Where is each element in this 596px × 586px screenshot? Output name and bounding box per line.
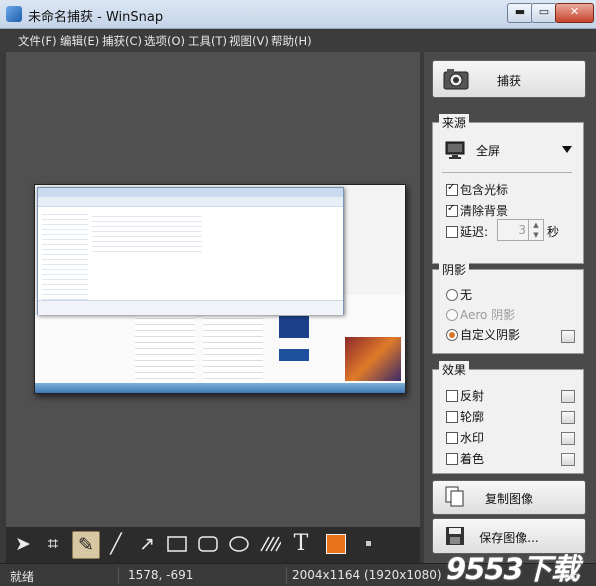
chevron-down-icon[interactable] xyxy=(562,146,572,154)
effects-group-title: 效果 xyxy=(439,361,470,378)
captured-content-column xyxy=(203,313,263,383)
menu-bar: 文件(F) 编辑(E) 捕获(C) 选项(O) 工具(T) 视图(V) 帮助(H… xyxy=(0,29,596,51)
menu-tools[interactable]: 工具(T) xyxy=(188,33,227,49)
reflection-settings-button[interactable] xyxy=(561,390,575,403)
hatch-icon[interactable] xyxy=(257,531,283,557)
colorize-label: 着色 xyxy=(460,452,485,466)
delay-value: 3 xyxy=(518,223,526,237)
watermark-checkbox[interactable] xyxy=(446,432,458,444)
captured-content-column xyxy=(135,313,195,383)
arrow-icon[interactable]: ↗ xyxy=(134,531,160,557)
shadow-group-title: 阴影 xyxy=(439,261,470,278)
menu-capture[interactable]: 捕获(C) xyxy=(102,33,142,49)
capture-button[interactable]: 捕获 xyxy=(432,60,586,98)
source-group-title: 来源 xyxy=(439,114,470,131)
captured-explorer-files xyxy=(92,212,202,252)
copy-image-label: 复制图像 xyxy=(484,492,533,506)
capture-canvas[interactable] xyxy=(6,52,420,527)
minimize-button[interactable]: ▬ xyxy=(507,3,533,23)
shadow-custom-radio[interactable] xyxy=(446,329,458,341)
spinner-arrows-icon[interactable]: ▲ ▼ xyxy=(528,220,543,240)
captured-screenshot-image[interactable] xyxy=(34,184,406,394)
shadow-settings-button[interactable] xyxy=(561,330,575,343)
rounded-rect-icon[interactable] xyxy=(195,531,221,557)
watermark-label: 水印 xyxy=(460,431,485,445)
menu-file[interactable]: 文件(F) xyxy=(18,33,57,49)
window-title: 未命名捕获 - WinSnap xyxy=(28,10,164,25)
menu-help[interactable]: 帮助(H) xyxy=(271,33,312,49)
captured-explorer-sidebar xyxy=(42,210,88,308)
delay-checkbox[interactable] xyxy=(446,226,458,238)
shadow-aero-radio[interactable] xyxy=(446,309,458,321)
reflection-label: 反射 xyxy=(460,389,485,403)
captured-explorer-window xyxy=(37,187,344,315)
source-mode-dropdown[interactable]: 全屏 xyxy=(476,142,500,159)
shadow-custom-label: 自定义阴影 xyxy=(460,328,521,342)
shadow-none-label: 无 xyxy=(460,288,473,302)
outline-label: 轮廓 xyxy=(460,410,485,424)
winsnap-window: 未命名捕获 - WinSnap ▬ ▭ ✕ 文件(F) 编辑(E) 捕获(C) … xyxy=(0,0,596,586)
drawing-toolbar: ➤ ⌗ ✎ ╱ ↗ T xyxy=(6,527,420,563)
status-image-size: 2004x1164 (1920x1080) xyxy=(292,568,442,582)
color-picker-swatch[interactable] xyxy=(326,534,346,554)
captured-explorer-navbar xyxy=(38,197,343,207)
delay-label: 延迟: xyxy=(460,225,489,239)
pointer-icon[interactable]: ➤ xyxy=(10,531,36,557)
save-image-label: 保存图像... xyxy=(479,531,539,545)
ellipse-icon[interactable] xyxy=(226,531,252,557)
source-divider xyxy=(442,172,572,173)
reflection-checkbox[interactable] xyxy=(446,390,458,402)
status-state: 就绪 xyxy=(10,570,35,584)
status-separator xyxy=(286,567,287,584)
copy-image-button[interactable]: 复制图像 xyxy=(432,480,586,515)
outline-settings-button[interactable] xyxy=(561,411,575,424)
captured-taskbar xyxy=(35,383,405,393)
include-cursor-label: 包含光标 xyxy=(460,183,509,197)
line-width-dot[interactable] xyxy=(366,541,371,546)
capture-button-label: 捕获 xyxy=(496,74,521,88)
captured-explorer-titlebar xyxy=(38,188,343,197)
monitor-icon xyxy=(445,141,465,159)
crop-icon[interactable]: ⌗ xyxy=(40,531,66,557)
shadow-none-radio[interactable] xyxy=(446,289,458,301)
include-cursor-checkbox[interactable] xyxy=(446,182,458,196)
status-coordinates: 1578, -691 xyxy=(128,568,194,582)
captured-banner xyxy=(279,349,309,361)
captured-game-image xyxy=(345,337,401,381)
winsnap-app-icon xyxy=(6,6,22,22)
delay-unit: 秒 xyxy=(547,225,560,239)
maximize-button[interactable]: ▭ xyxy=(531,3,557,23)
title-bar: 未命名捕获 - WinSnap ▬ ▭ ✕ xyxy=(0,0,596,29)
delay-spinner[interactable]: 3 ▲ ▼ xyxy=(497,219,544,241)
status-separator xyxy=(118,567,119,584)
line-icon[interactable]: ╱ xyxy=(103,531,129,557)
captured-explorer-status xyxy=(38,300,343,315)
colorize-settings-button[interactable] xyxy=(561,453,575,466)
colorize-checkbox[interactable] xyxy=(446,453,458,465)
close-button[interactable]: ✕ xyxy=(555,3,594,23)
text-icon[interactable]: T xyxy=(288,531,314,557)
clear-background-label: 清除背景 xyxy=(460,204,509,218)
shadow-aero-label: Aero 阴影 xyxy=(460,308,516,322)
captured-banner xyxy=(279,316,309,338)
menu-edit[interactable]: 编辑(E) xyxy=(60,33,99,49)
site-watermark-sub: .com xyxy=(556,572,579,582)
rectangle-icon[interactable] xyxy=(164,531,190,557)
clear-background-checkbox[interactable] xyxy=(446,203,458,217)
pen-icon[interactable]: ✎ xyxy=(72,531,100,559)
watermark-settings-button[interactable] xyxy=(561,432,575,445)
menu-options[interactable]: 选项(O) xyxy=(144,33,185,49)
menu-view[interactable]: 视图(V) xyxy=(229,33,269,49)
outline-checkbox[interactable] xyxy=(446,411,458,423)
